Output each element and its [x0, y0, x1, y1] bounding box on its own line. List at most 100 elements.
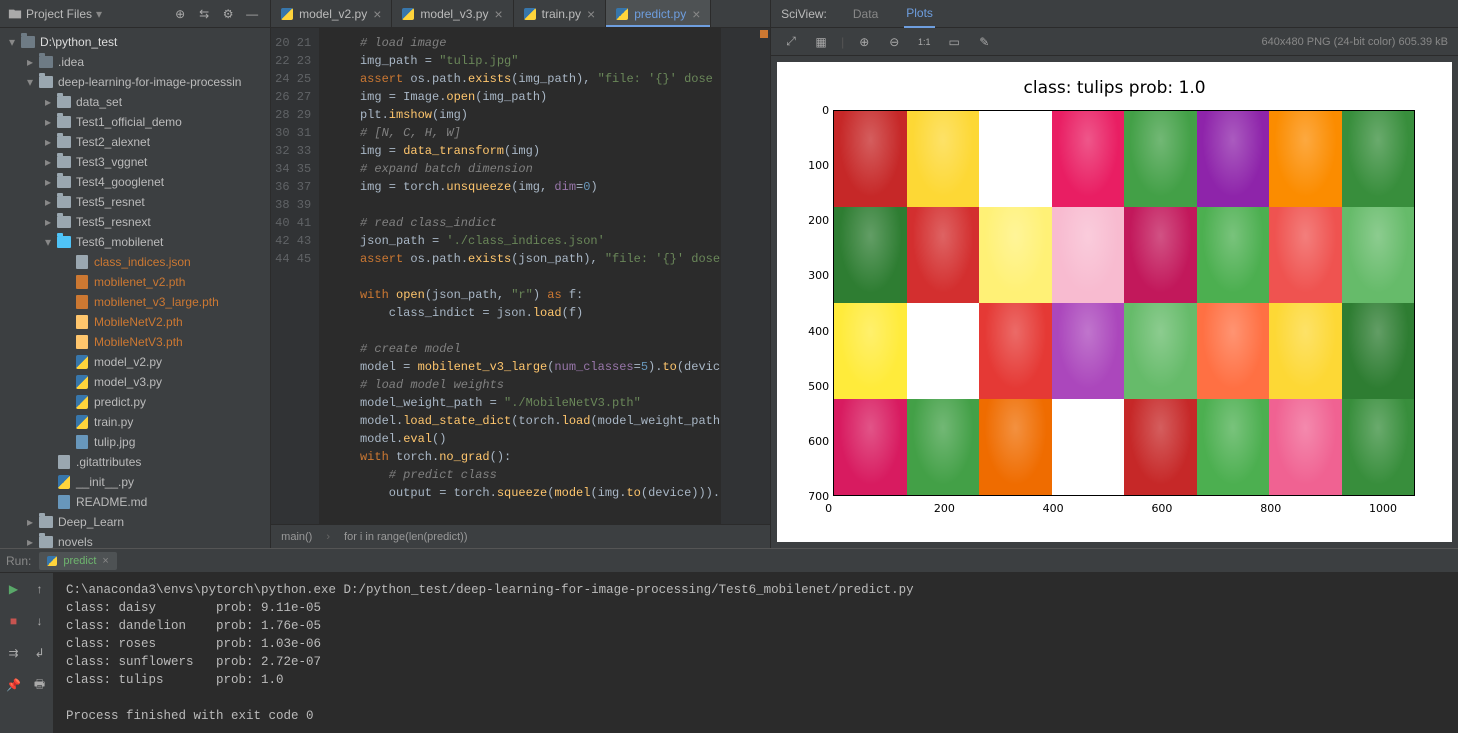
file-icon: [56, 474, 72, 490]
close-icon[interactable]: ×: [692, 6, 700, 22]
chevron-icon[interactable]: ▸: [42, 216, 54, 228]
tree-label: Test5_resnext: [76, 215, 151, 229]
tree-item[interactable]: ▸data_set: [0, 92, 270, 112]
chevron-icon[interactable]: ▸: [42, 156, 54, 168]
folder-icon: [56, 94, 72, 110]
tree-item[interactable]: predict.py: [0, 392, 270, 412]
chevron-icon[interactable]: ▸: [42, 136, 54, 148]
tree-item[interactable]: MobileNetV2.pth: [0, 312, 270, 332]
tree-item[interactable]: ▸ Deep_Learn: [0, 512, 270, 532]
tree-item[interactable]: .gitattributes: [0, 452, 270, 472]
grid-icon[interactable]: ▦: [811, 32, 831, 52]
wrap-icon[interactable]: ↲: [30, 643, 50, 663]
minimap[interactable]: [720, 28, 770, 524]
chevron-icon[interactable]: ▸: [42, 96, 54, 108]
pin-icon[interactable]: 📌: [4, 675, 24, 695]
collapse-icon[interactable]: ⇆: [194, 4, 214, 24]
tree-item[interactable]: model_v3.py: [0, 372, 270, 392]
tree-label: Test1_official_demo: [76, 115, 182, 129]
chevron-icon[interactable]: ▾: [42, 236, 54, 248]
chevron-icon[interactable]: ▸: [24, 536, 36, 548]
folder-icon: [56, 134, 72, 150]
project-tree[interactable]: ▾D:\python_test ▸ .idea ▾deep-learning-for-…: [0, 28, 270, 548]
tree-item[interactable]: train.py: [0, 412, 270, 432]
breadcrumb-item[interactable]: for i in range(len(predict)): [344, 531, 468, 543]
file-icon: [74, 354, 90, 370]
close-icon[interactable]: ×: [373, 6, 381, 22]
tree-item[interactable]: ▸ .idea: [0, 52, 270, 72]
tree-item[interactable]: ▸Test5_resnet: [0, 192, 270, 212]
fit-icon[interactable]: ⤢: [781, 32, 801, 52]
minimize-icon[interactable]: —: [242, 4, 262, 24]
tab-data[interactable]: Data: [851, 1, 880, 27]
zoom-in-icon[interactable]: ⊕: [854, 32, 874, 52]
plot-canvas[interactable]: class: tulips prob: 1.0 0100200300400500…: [777, 62, 1452, 542]
folder-icon: [56, 154, 72, 170]
editor-tab[interactable]: model_v2.py×: [271, 0, 392, 27]
editor-tab[interactable]: model_v3.py×: [392, 0, 513, 27]
x-tick-label: 0: [825, 502, 832, 515]
sidebar-title[interactable]: Project Files: [26, 7, 92, 21]
close-icon[interactable]: ×: [587, 6, 595, 22]
python-icon: [281, 8, 293, 20]
locate-icon[interactable]: ⊕: [170, 4, 190, 24]
down-icon[interactable]: ↓: [30, 611, 50, 631]
close-icon[interactable]: ×: [102, 555, 108, 567]
tree-label: .idea: [58, 55, 84, 69]
folder-icon: [38, 514, 54, 530]
editor-area: model_v2.py×model_v3.py×train.py×predict…: [271, 0, 770, 548]
tree-item[interactable]: __init__.py: [0, 472, 270, 492]
chevron-icon[interactable]: ▸: [42, 176, 54, 188]
tree-item[interactable]: README.md: [0, 492, 270, 512]
tree-item[interactable]: model_v2.py: [0, 352, 270, 372]
zoom-out-icon[interactable]: ⊖: [884, 32, 904, 52]
file-icon: [74, 374, 90, 390]
tree-item[interactable]: mobilenet_v2.pth: [0, 272, 270, 292]
chevron-icon[interactable]: ▾: [6, 36, 18, 48]
run-icon[interactable]: ▶: [4, 579, 24, 599]
tree-item[interactable]: ▾D:\python_test: [0, 32, 270, 52]
tree-item[interactable]: ▸Test3_vggnet: [0, 152, 270, 172]
tree-item[interactable]: ▸Test2_alexnet: [0, 132, 270, 152]
chevron-icon[interactable]: ▾: [24, 76, 36, 88]
tree-item[interactable]: ▸novels: [0, 532, 270, 548]
tree-item[interactable]: ▸ Test1_official_demo: [0, 112, 270, 132]
actual-size-icon[interactable]: 1:1: [914, 32, 934, 52]
tree-item[interactable]: mobilenet_v3_large.pth: [0, 292, 270, 312]
x-tick-label: 1000: [1369, 502, 1397, 515]
folder-icon: [20, 34, 36, 50]
tree-item[interactable]: ▸Test4_googlenet: [0, 172, 270, 192]
tree-item[interactable]: tulip.jpg: [0, 432, 270, 452]
close-icon[interactable]: ×: [494, 6, 502, 22]
tree-label: Deep_Learn: [58, 515, 124, 529]
chevron-icon[interactable]: ▸: [42, 196, 54, 208]
tree-item[interactable]: ▾Test6_mobilenet: [0, 232, 270, 252]
tab-plots[interactable]: Plots: [904, 0, 935, 28]
stop-icon[interactable]: ■: [4, 611, 24, 631]
chevron-icon[interactable]: ▸: [24, 56, 36, 68]
print-icon[interactable]: 🖶: [30, 675, 50, 695]
run-console[interactable]: C:\anaconda3\envs\pytorch\python.exe D:/…: [54, 573, 1458, 733]
code-editor[interactable]: # load image img_path = "tulip.jpg" asse…: [319, 28, 720, 524]
chevron-icon[interactable]: ▸: [24, 516, 36, 528]
up-icon[interactable]: ↑: [30, 579, 50, 599]
breadcrumb-item[interactable]: main(): [281, 531, 312, 543]
chevron-icon[interactable]: ▸: [42, 116, 54, 128]
editor-tab[interactable]: train.py×: [514, 0, 607, 27]
run-tab[interactable]: predict ×: [39, 552, 116, 570]
gear-icon[interactable]: ⚙: [218, 4, 238, 24]
file-icon: [74, 414, 90, 430]
editor-tab[interactable]: predict.py×: [606, 0, 711, 27]
tree-label: MobileNetV3.pth: [94, 335, 183, 349]
tree-item[interactable]: ▸ Test5_resnext: [0, 212, 270, 232]
layout-icon[interactable]: ⇉: [4, 643, 24, 663]
plot-info: 640x480 PNG (24-bit color) 605.39 kB: [1262, 36, 1449, 48]
tree-item[interactable]: MobileNetV3.pth: [0, 332, 270, 352]
file-icon: [74, 394, 90, 410]
picker-icon[interactable]: ✎: [974, 32, 994, 52]
tree-item[interactable]: ▾deep-learning-for-image-processin: [0, 72, 270, 92]
frame-icon[interactable]: ▭: [944, 32, 964, 52]
chevron-down-icon[interactable]: ▾: [96, 7, 102, 21]
run-label: Run:: [6, 554, 31, 568]
tree-item[interactable]: class_indices.json: [0, 252, 270, 272]
